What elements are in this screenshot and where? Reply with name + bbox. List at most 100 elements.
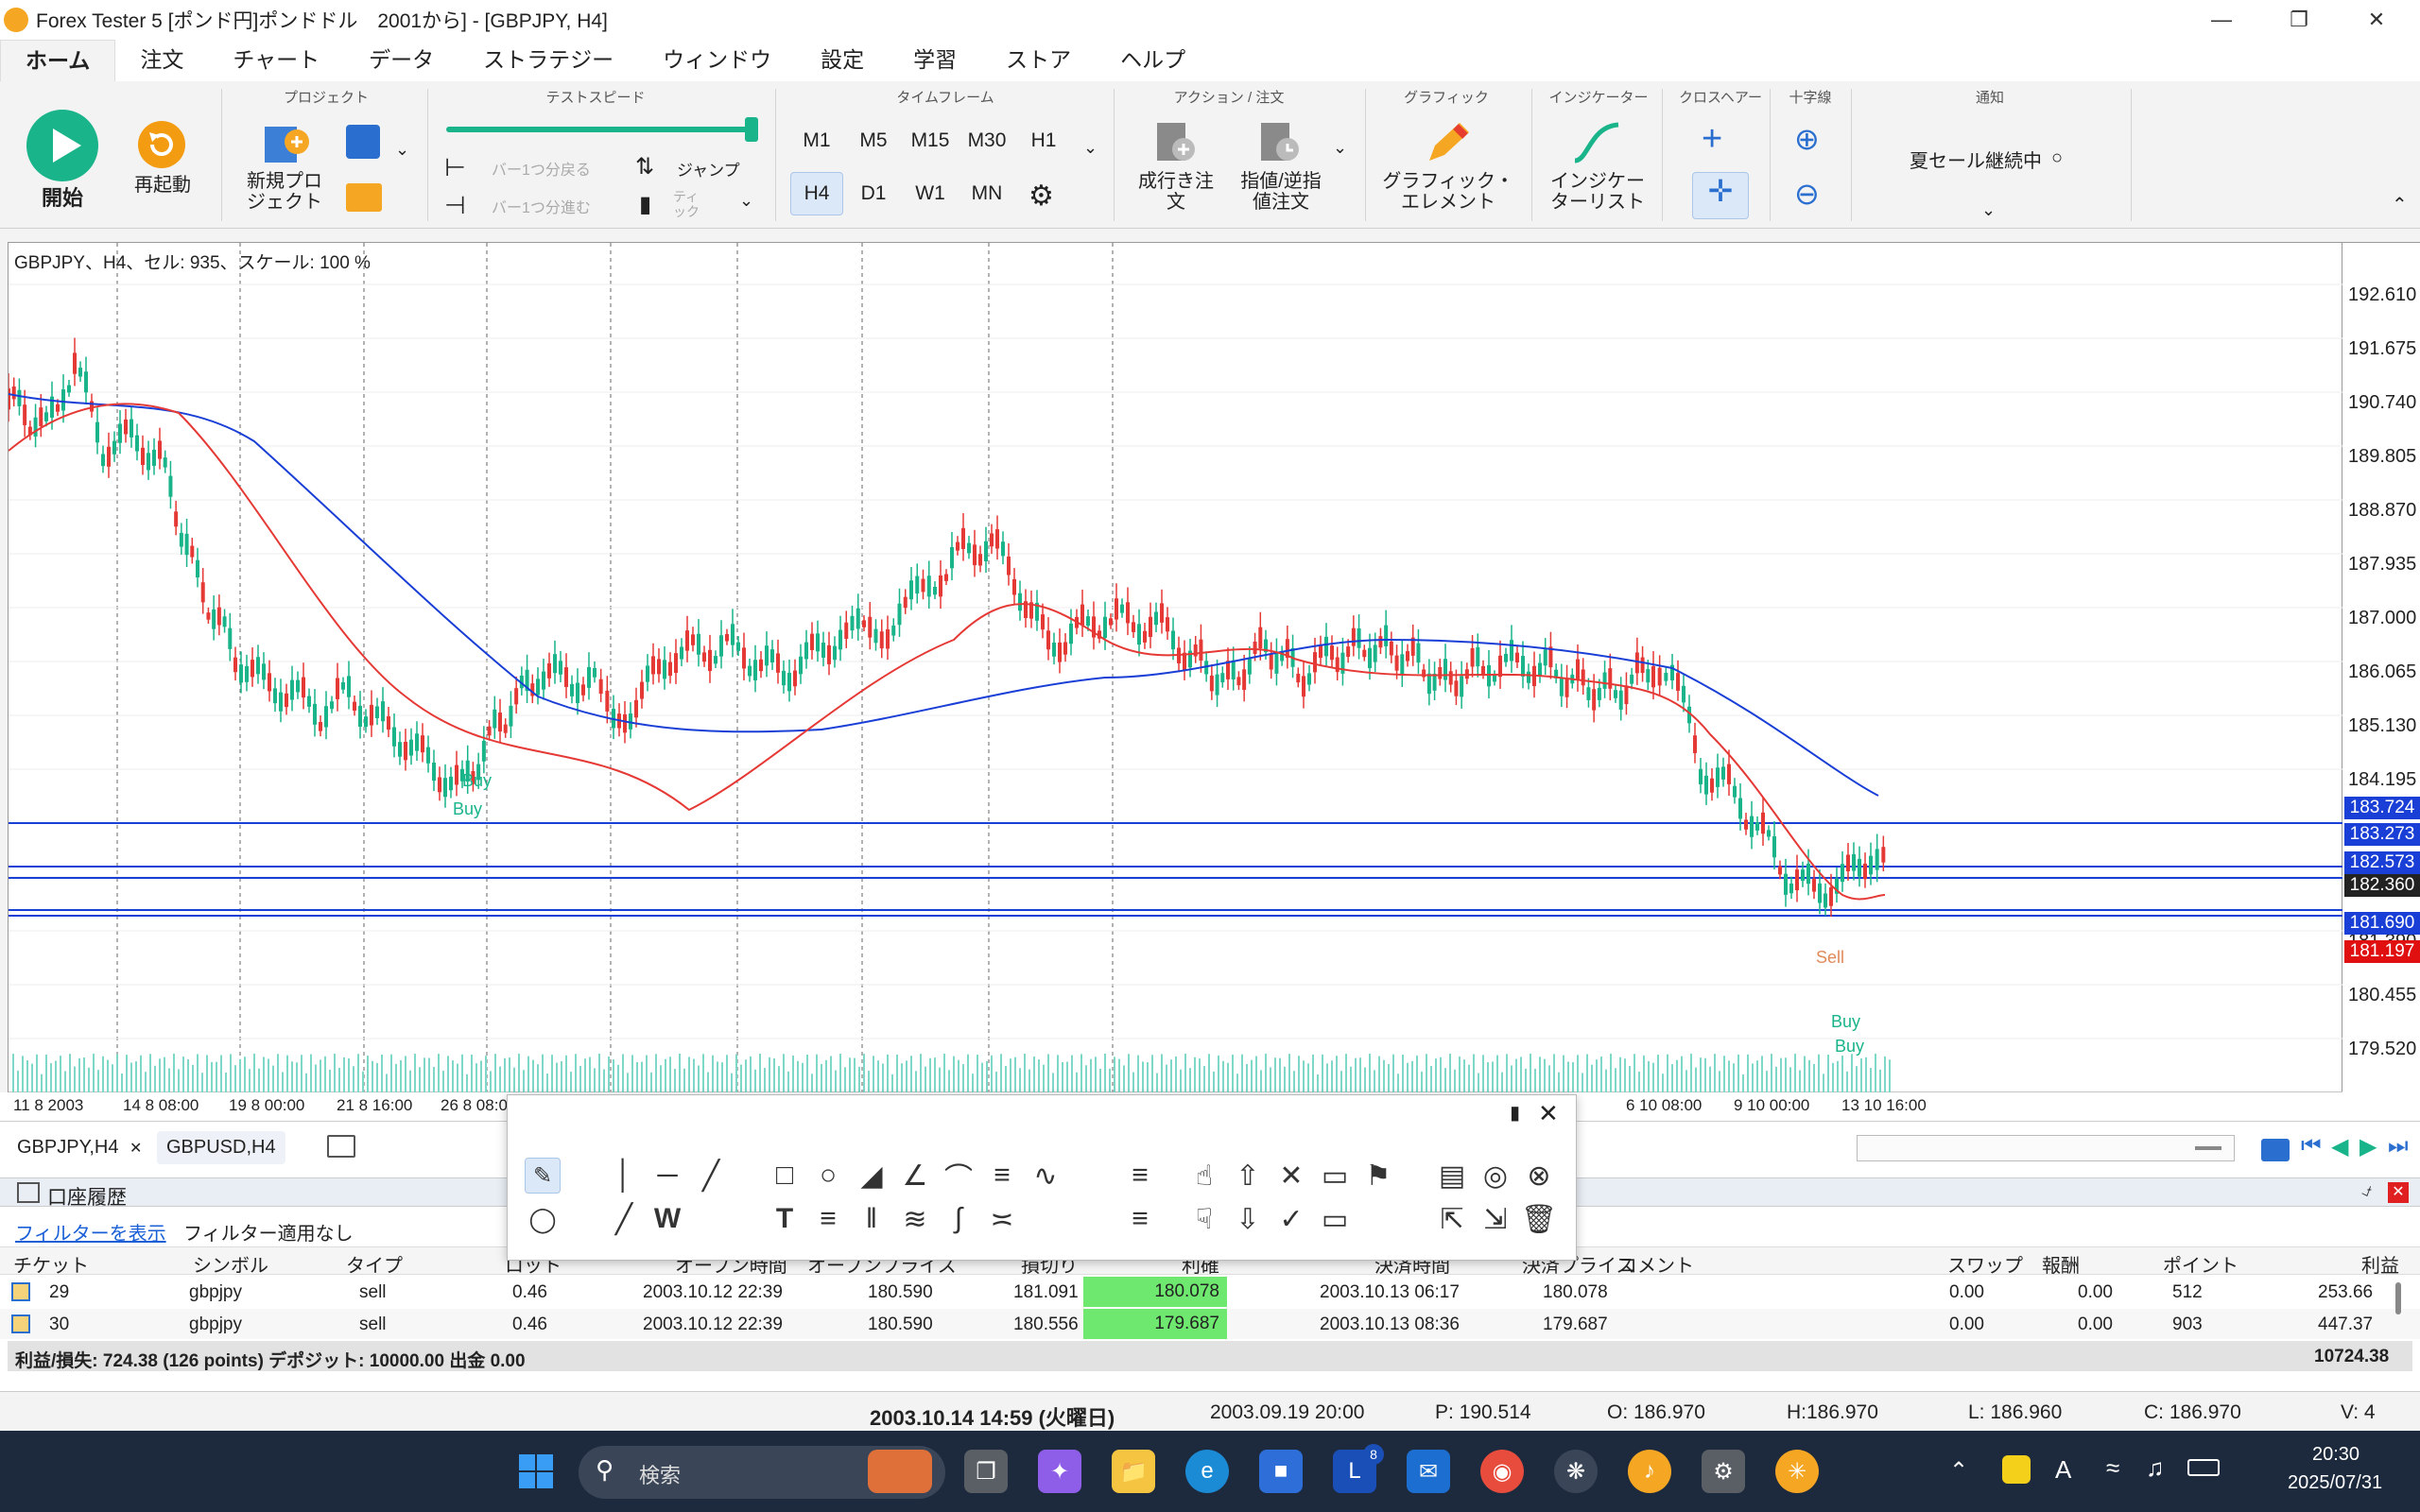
pending-order-button[interactable]: 指値/逆指 値注文 <box>1229 119 1333 213</box>
next-page-icon[interactable]: ▶ <box>2360 1133 2377 1160</box>
timeframe-h4[interactable]: H4 <box>790 172 843 215</box>
timeframe-mn[interactable]: MN <box>960 172 1013 215</box>
jump-icon[interactable]: ⇅ <box>635 153 654 180</box>
fib-channel-icon[interactable]: ≡ <box>1122 1201 1158 1237</box>
file-explorer-icon[interactable]: 📁 <box>1112 1450 1155 1493</box>
fib-time-icon[interactable]: ‖ <box>854 1201 890 1237</box>
close-icon[interactable]: ✕ <box>130 1141 142 1157</box>
timeframe-h1[interactable]: H1 <box>1017 119 1070 163</box>
chevron-down-icon[interactable]: ⌄ <box>1981 200 1996 220</box>
clock-time[interactable]: 20:30 <box>2312 1444 2360 1466</box>
rectangle-icon[interactable]: □ <box>767 1158 803 1194</box>
flag-icon[interactable]: ⚑ <box>1360 1158 1396 1194</box>
wave-icon[interactable]: W <box>649 1201 685 1237</box>
col-profit[interactable]: 利益 <box>2361 1250 2399 1278</box>
chart-svg[interactable]: Buy Buy Sell Buy Buy <box>9 243 2343 1093</box>
edge-icon[interactable]: e <box>1185 1450 1229 1493</box>
copilot-icon[interactable]: ✦ <box>1038 1450 1081 1493</box>
page-tool-icon[interactable]: ◯ <box>525 1201 561 1237</box>
chart-scroll-slider[interactable] <box>1857 1135 2235 1161</box>
horizontal-line-icon[interactable]: ─ <box>649 1158 685 1194</box>
menu-window[interactable]: ウィンドウ <box>638 40 796 81</box>
fib-expansion-icon[interactable]: ∫ <box>941 1201 977 1237</box>
export-icon[interactable]: ⇱ <box>1434 1201 1470 1237</box>
timeframe-w1[interactable]: W1 <box>904 172 957 215</box>
open-folder-icon[interactable] <box>346 183 382 212</box>
zoom-out-icon[interactable]: ⊖ <box>1794 176 1820 212</box>
wifi-icon[interactable]: ≈ <box>2106 1453 2119 1483</box>
col-ticket[interactable]: チケット <box>13 1250 89 1278</box>
minimize-button[interactable]: — <box>2184 0 2259 40</box>
market-order-button[interactable]: 成行き注 文 <box>1131 119 1221 213</box>
chevron-down-icon[interactable]: ⌄ <box>1083 138 1098 158</box>
restart-button[interactable]: 再起動 <box>127 119 199 204</box>
filter-link[interactable]: フィルターを表示 <box>15 1218 166 1246</box>
chevron-down-icon[interactable]: ⌄ <box>395 140 409 160</box>
input-method-icon[interactable]: A <box>2055 1455 2071 1485</box>
col-type[interactable]: タイプ <box>346 1250 403 1278</box>
target-icon[interactable]: ◎ <box>1478 1158 1513 1194</box>
tray-app-icon[interactable] <box>2002 1455 2031 1484</box>
panel-scrollbar[interactable] <box>2395 1282 2401 1314</box>
tick-icon[interactable]: ▮ <box>639 191 651 218</box>
prev-page-icon[interactable]: ◀ <box>2331 1133 2348 1160</box>
notification-text[interactable]: 夏セール継続中 <box>1910 146 2042 173</box>
store-icon[interactable]: ■ <box>1259 1450 1303 1493</box>
speed-slider[interactable] <box>446 117 758 144</box>
menu-settings[interactable]: 設定 <box>796 40 889 81</box>
chevron-up-icon[interactable]: ⌃ <box>1949 1457 1968 1485</box>
triangle-icon[interactable]: ◢ <box>854 1158 890 1194</box>
jump-label[interactable]: ジャンプ <box>677 157 740 180</box>
pin-icon[interactable]: ⍻ <box>2361 1180 2372 1202</box>
clear-target-icon[interactable]: ⊗ <box>1521 1158 1557 1194</box>
battery-icon[interactable] <box>2187 1459 2220 1476</box>
graphic-elements-button[interactable]: グラフィック・ エレメント <box>1382 119 1514 213</box>
first-bar-icon[interactable]: ⏮ <box>2301 1133 2322 1160</box>
close-button[interactable]: ✕ <box>2339 0 2414 40</box>
speed-slider-thumb[interactable] <box>745 117 758 142</box>
tab-gbpusd-h4[interactable]: GBPUSD,H4 <box>157 1131 285 1164</box>
menu-learning[interactable]: 学習 <box>889 40 981 81</box>
price-chart[interactable]: GBPJPY、H4、セル: 935、スケール: 100 % Buy Buy Sell… <box>8 242 2343 1093</box>
chevron-down-icon[interactable]: ⌄ <box>1333 138 1347 158</box>
trash-icon[interactable]: 🗑 <box>1521 1201 1557 1237</box>
next-bar-icon[interactable]: ⊣ <box>444 191 466 220</box>
ellipse-icon[interactable]: ○ <box>810 1158 846 1194</box>
trend-line-icon[interactable]: ╱ <box>693 1158 729 1194</box>
fib-retracement-icon[interactable]: ≡ <box>1122 1158 1158 1194</box>
fib-fan-icon[interactable]: ≡ <box>984 1158 1020 1194</box>
chatgpt-icon[interactable]: ❋ <box>1554 1450 1598 1493</box>
slider-handle[interactable] <box>2195 1146 2221 1150</box>
fib-arc-icon[interactable]: ⌒ <box>941 1158 977 1194</box>
menu-chart[interactable]: チャート <box>208 40 344 81</box>
forex-tester-icon[interactable]: ✳ <box>1775 1450 1819 1493</box>
close-panel-icon[interactable]: ✕ <box>2388 1182 2409 1203</box>
timeframe-m5[interactable]: M5 <box>847 119 900 163</box>
close-icon[interactable]: ✕ <box>1538 1099 1559 1128</box>
select-tool-icon[interactable]: ✎ <box>525 1158 561 1194</box>
col-symbol[interactable]: シンボル <box>193 1250 268 1278</box>
outlook-icon[interactable]: ✉ <box>1407 1450 1450 1493</box>
crosshair-plus-icon[interactable]: ✛ <box>1692 172 1749 219</box>
restore-button[interactable]: ❐ <box>2261 0 2337 40</box>
cross-mark-icon[interactable]: ✕ <box>1273 1158 1309 1194</box>
text-icon[interactable]: T <box>767 1201 803 1237</box>
check-mark-icon[interactable]: ✓ <box>1273 1201 1309 1237</box>
template-icon[interactable]: ▤ <box>1434 1158 1470 1194</box>
panel-menu-icon[interactable]: ▮ <box>1510 1101 1520 1125</box>
zoom-in-icon[interactable]: ⊕ <box>1794 121 1820 157</box>
thumbs-down-icon[interactable]: ☟ <box>1186 1201 1222 1237</box>
menu-home[interactable]: ホーム <box>0 40 116 81</box>
last-bar-icon[interactable]: ⏭ <box>2388 1133 2409 1160</box>
vertical-line-icon[interactable]: │ <box>606 1158 642 1194</box>
music-icon[interactable]: ♪ <box>1628 1450 1671 1493</box>
collapse-ribbon-icon[interactable]: ⌃ <box>2392 193 2408 216</box>
timeframe-m1[interactable]: M1 <box>790 119 843 163</box>
chrome-icon[interactable]: ◉ <box>1480 1450 1524 1493</box>
gear-icon[interactable]: ⚙ <box>1028 180 1054 213</box>
price-axis[interactable]: 192.610 191.675 190.740 189.805 188.870 187.9… <box>2342 242 2420 1113</box>
windows-start-icon[interactable] <box>514 1450 558 1493</box>
timeframe-d1[interactable]: D1 <box>847 172 900 215</box>
ray-icon[interactable]: ╱ <box>606 1201 642 1237</box>
volume-icon[interactable]: ♫ <box>2146 1453 2165 1483</box>
